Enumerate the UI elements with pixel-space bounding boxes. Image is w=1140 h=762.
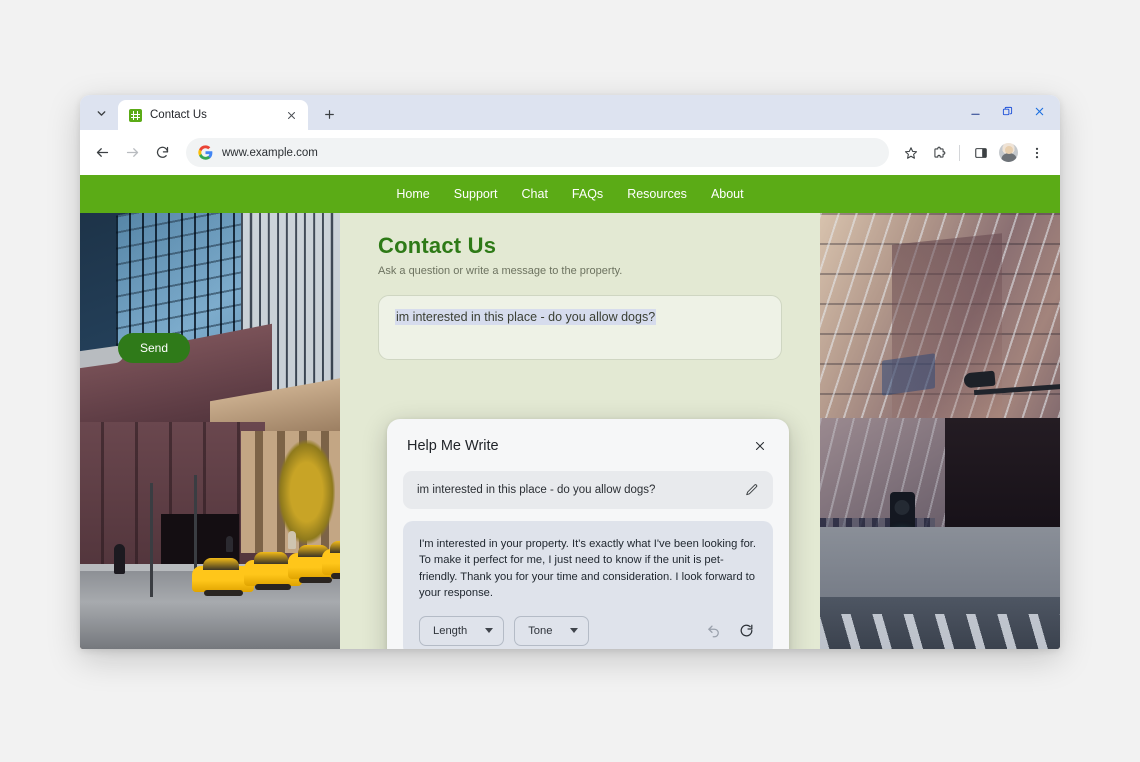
city-street-with-yellow-taxis-photo (80, 213, 340, 649)
puzzle-piece-icon[interactable] (925, 139, 952, 166)
close-icon[interactable] (749, 435, 771, 457)
toolbar-divider (959, 144, 960, 161)
nav-link-chat[interactable]: Chat (522, 187, 548, 201)
address-bar[interactable]: www.example.com (186, 138, 889, 167)
send-button[interactable]: Send (118, 333, 191, 363)
tone-dropdown-label: Tone (528, 624, 553, 637)
length-dropdown[interactable]: Length (419, 615, 505, 646)
prompt-field[interactable]: im interested in this place - do you all… (403, 471, 773, 509)
side-panel-icon[interactable] (967, 139, 994, 166)
avatar-icon[interactable] (995, 139, 1022, 166)
generated-text: I'm interested in your property. It's ex… (419, 538, 757, 600)
chevron-down-icon (485, 628, 494, 634)
dialog-header: Help Me Write (403, 435, 773, 457)
close-icon[interactable] (1024, 97, 1054, 125)
sheets-grid-icon (129, 108, 142, 122)
generated-result-card: I'm interested in your property. It's ex… (403, 521, 773, 649)
result-actions (705, 622, 757, 640)
reload-icon[interactable] (148, 139, 176, 167)
result-controls: Length Tone (419, 615, 757, 646)
tab-title: Contact Us (150, 109, 207, 121)
page-viewport: Home Support Chat FAQs Resources About S… (80, 175, 1060, 649)
chevron-down-icon (570, 628, 579, 634)
minimize-icon[interactable] (960, 97, 990, 125)
help-me-write-dialog: Help Me Write im interested in this plac… (387, 419, 789, 649)
nav-link-faqs[interactable]: FAQs (572, 187, 603, 201)
pencil-icon[interactable] (743, 481, 761, 499)
arrow-left-icon[interactable] (88, 139, 116, 167)
arrow-right-icon (118, 139, 146, 167)
three-dot-menu-icon[interactable] (1023, 139, 1050, 166)
window-controls (960, 97, 1054, 125)
dialog-title: Help Me Write (407, 438, 499, 454)
tab-strip: Contact Us (80, 95, 1060, 130)
browser-window: Contact Us www.example.com Home Support … (80, 95, 1060, 649)
length-dropdown-label: Length (433, 624, 468, 637)
nav-link-support[interactable]: Support (454, 187, 498, 201)
browser-tab[interactable]: Contact Us (118, 100, 308, 130)
page-title: Contact Us (378, 233, 497, 258)
chevron-down-icon[interactable] (88, 100, 114, 126)
toolbar-actions (897, 139, 1050, 166)
nav-link-resources[interactable]: Resources (627, 187, 687, 201)
tone-dropdown[interactable]: Tone (514, 615, 590, 646)
star-icon[interactable] (897, 139, 924, 166)
new-tab-button[interactable] (316, 101, 342, 127)
message-input-value: im interested in this place - do you all… (395, 309, 657, 325)
prompt-text: im interested in this place - do you all… (417, 484, 656, 496)
refresh-icon[interactable] (737, 622, 755, 640)
site-navigation: Home Support Chat FAQs Resources About (80, 175, 1060, 213)
nav-link-about[interactable]: About (711, 187, 744, 201)
browser-toolbar: www.example.com (80, 130, 1060, 175)
restore-icon[interactable] (992, 97, 1022, 125)
glass-office-building-with-traffic-light-photo (820, 213, 1060, 649)
message-input[interactable]: im interested in this place - do you all… (378, 295, 782, 360)
close-icon[interactable] (283, 107, 300, 124)
page-subtitle: Ask a question or write a message to the… (378, 265, 623, 277)
google-g-icon (198, 145, 213, 160)
undo-icon[interactable] (705, 622, 723, 640)
nav-link-home[interactable]: Home (396, 187, 429, 201)
url-text: www.example.com (222, 146, 318, 159)
